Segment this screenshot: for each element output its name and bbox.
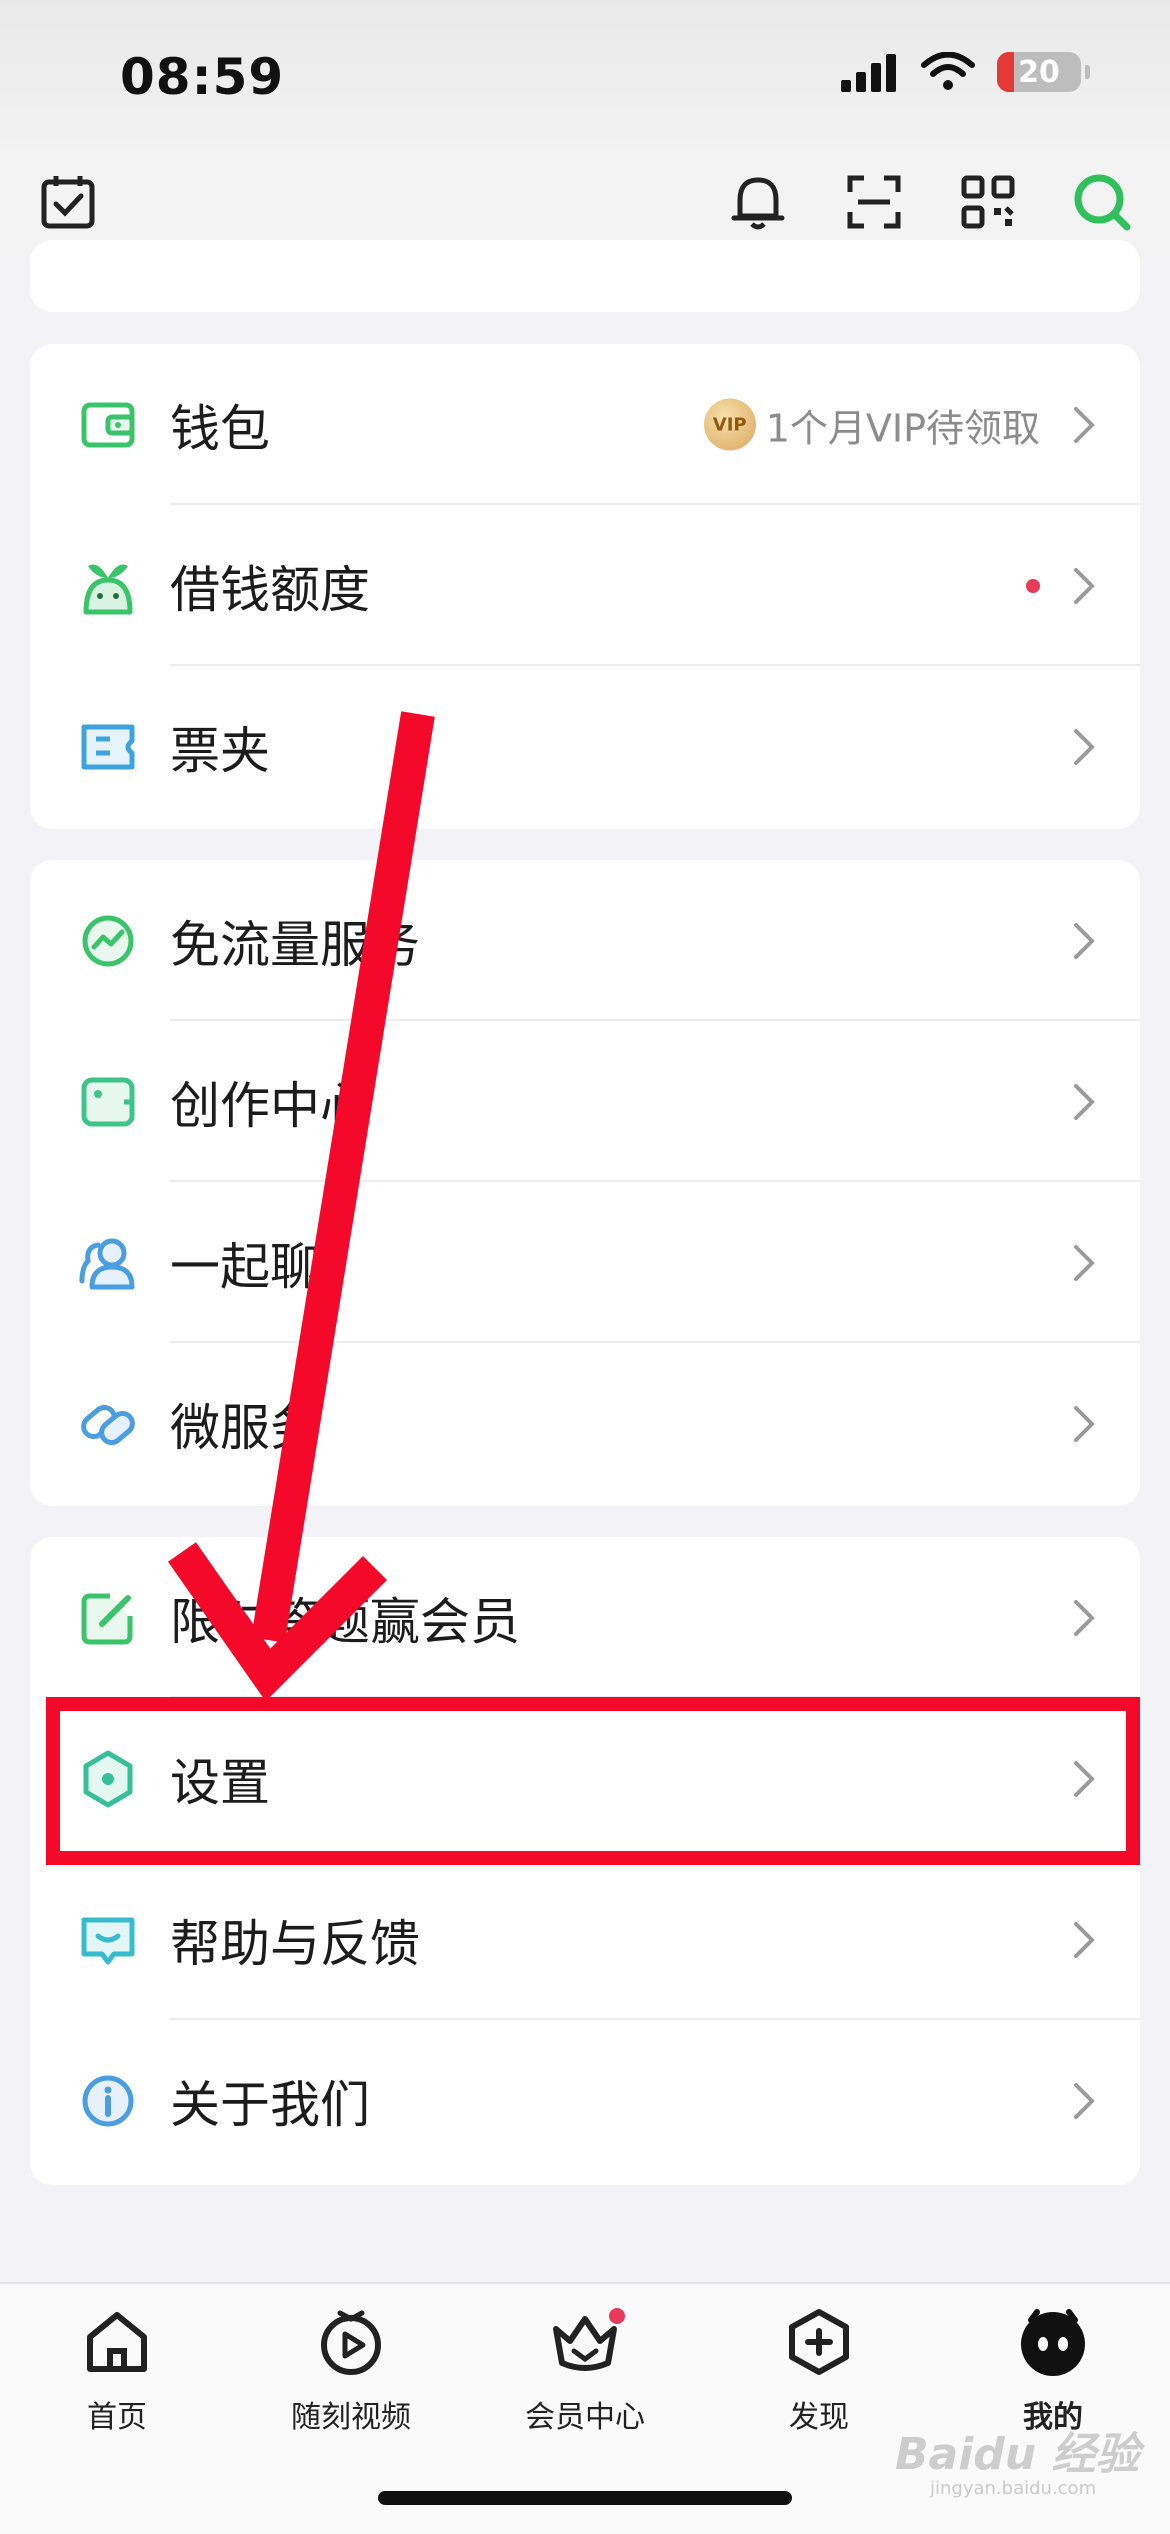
menu-item-label: 关于我们 (170, 2075, 370, 2134)
tab-mine[interactable]: 我的 (953, 2302, 1153, 2436)
menu-group-2: 免流量服务 创作中心 一起聊 微服务 (30, 860, 1140, 1506)
battery-tip (1085, 65, 1090, 79)
vip-promo-text: 1个月VIP待领取 (765, 406, 1040, 450)
watermark-logo: Baidu 经验 (895, 2429, 1140, 2480)
wifi-icon (921, 52, 975, 90)
menu-item-chat-together[interactable]: 一起聊 (30, 1182, 1140, 1343)
settings-hexagon-icon (78, 1749, 138, 1809)
tab-video[interactable]: 随刻视频 (251, 2302, 451, 2436)
menu-item-loan[interactable]: 借钱额度 (30, 505, 1140, 666)
chevron-right-icon (1074, 728, 1095, 765)
link-icon (78, 1394, 138, 1454)
chat-people-icon (78, 1233, 138, 1293)
home-icon (77, 2302, 157, 2382)
battery-percent: 20 (1018, 54, 1060, 90)
chevron-right-icon (1074, 1244, 1095, 1281)
tab-discover[interactable]: 发现 (719, 2302, 919, 2436)
home-indicator[interactable] (378, 2491, 792, 2505)
tab-label: 发现 (789, 2400, 849, 2435)
sprout-icon (78, 556, 138, 616)
menu-item-label: 限时答题赢会员 (170, 1592, 520, 1651)
chevron-right-icon (1074, 1599, 1095, 1636)
chevron-right-icon (1074, 1760, 1095, 1797)
qrcode-icon[interactable] (948, 162, 1028, 242)
menu-item-label: 票夹 (170, 721, 270, 780)
menu-item-label: 设置 (170, 1753, 270, 1812)
battery-indicator: 20 (997, 52, 1081, 92)
menu-item-label: 免流量服务 (170, 915, 420, 974)
calendar-check-icon[interactable] (28, 162, 108, 242)
notification-dot (609, 2308, 625, 2324)
menu-item-label: 一起聊 (170, 1237, 320, 1296)
menu-item-free-data[interactable]: 免流量服务 (30, 860, 1140, 1021)
mine-avatar-icon (1013, 2302, 1093, 2382)
menu-item-micro-service[interactable]: 微服务 (30, 1343, 1140, 1504)
menu-group-1: 钱包 VIP 1个月VIP待领取 借钱额度 票夹 (30, 344, 1140, 829)
status-time: 08:59 (120, 48, 285, 106)
help-icon (78, 1910, 138, 1970)
chevron-right-icon (1074, 406, 1095, 443)
system-icons: 20 (839, 52, 1090, 92)
signal-icon (841, 54, 896, 92)
tab-vip-center[interactable]: 会员中心 (485, 2302, 685, 2436)
ticket-icon (78, 717, 138, 777)
vip-promo[interactable]: VIP 1个月VIP待领取 (703, 397, 1040, 452)
menu-item-label: 钱包 (170, 399, 270, 458)
watermark-url: jingyan.baidu.com (930, 2478, 1097, 2499)
menu-item-help-feedback[interactable]: 帮助与反馈 (30, 1859, 1140, 2020)
edit-icon (78, 1588, 138, 1648)
scan-icon[interactable] (834, 162, 914, 242)
tab-label: 随刻视频 (291, 2400, 411, 2435)
menu-item-label: 微服务 (170, 1398, 320, 1457)
menu-item-wallet[interactable]: 钱包 VIP 1个月VIP待领取 (30, 344, 1140, 505)
info-icon (78, 2071, 138, 2131)
tab-home[interactable]: 首页 (17, 2302, 217, 2436)
creator-icon (78, 1072, 138, 1132)
menu-item-quiz-vip[interactable]: 限时答题赢会员 (30, 1537, 1140, 1698)
pulse-icon (78, 911, 138, 971)
menu-item-creator-center[interactable]: 创作中心 (30, 1021, 1140, 1182)
menu-item-label: 借钱额度 (170, 560, 370, 619)
chevron-right-icon (1074, 567, 1095, 604)
vip-badge-icon: VIP (703, 398, 756, 451)
search-icon[interactable] (1062, 162, 1142, 242)
red-dot-badge (1026, 578, 1040, 593)
menu-item-settings[interactable]: 设置 (30, 1698, 1140, 1859)
menu-item-about-us[interactable]: 关于我们 (30, 2020, 1140, 2181)
video-play-icon (311, 2302, 391, 2382)
chevron-right-icon (1074, 1921, 1095, 1958)
menu-item-label: 帮助与反馈 (170, 1914, 420, 1973)
menu-item-ticket[interactable]: 票夹 (30, 666, 1140, 827)
status-bar: 08:59 20 (0, 0, 1170, 150)
discover-plus-icon (779, 2302, 859, 2382)
menu-group-3: 限时答题赢会员 设置 帮助与反馈 关于我们 (30, 1537, 1140, 2185)
wallet-icon (78, 395, 138, 455)
tab-label: 会员中心 (525, 2400, 645, 2435)
chevron-right-icon (1074, 1405, 1095, 1442)
chevron-right-icon (1074, 2082, 1095, 2119)
chevron-right-icon (1074, 922, 1095, 959)
bell-icon[interactable] (718, 162, 798, 242)
previous-card (30, 240, 1140, 312)
chevron-right-icon (1074, 1083, 1095, 1120)
tab-label: 首页 (87, 2400, 147, 2435)
menu-item-label: 创作中心 (170, 1076, 370, 1135)
